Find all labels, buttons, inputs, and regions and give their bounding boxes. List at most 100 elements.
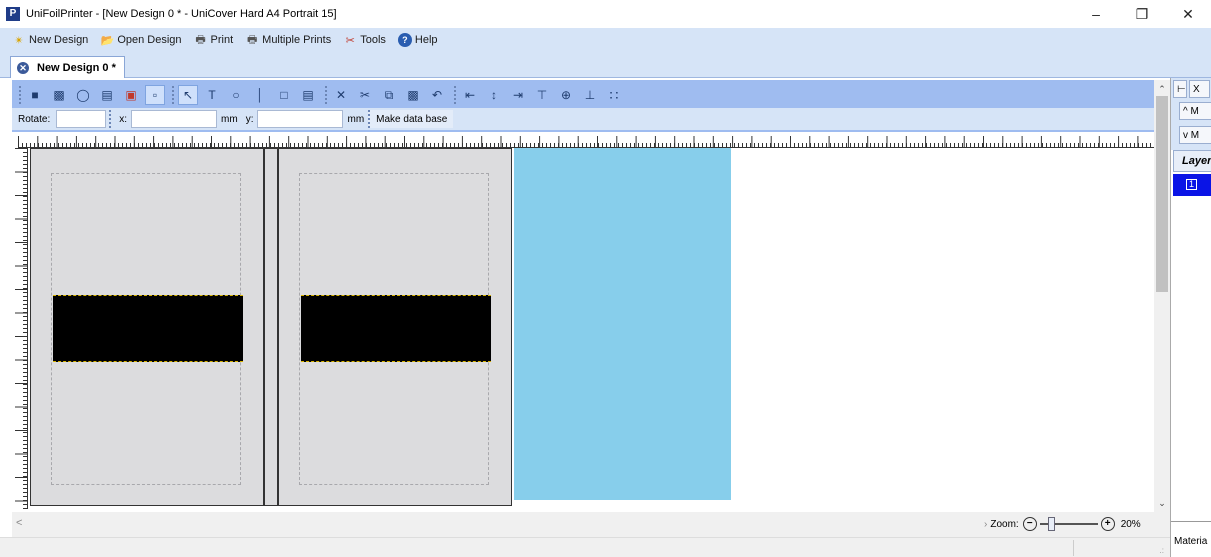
frame-tool-icon[interactable]: □ [274,85,294,105]
vertical-scrollbar[interactable]: ⌃ ⌄ [1154,80,1170,512]
restore-button[interactable]: ❐ [1119,0,1165,28]
circle-tool-icon[interactable]: ○ [226,85,246,105]
zoom-label: Zoom: [990,518,1019,530]
align-top-icon[interactable]: ⊤ [532,85,552,105]
undo-icon[interactable]: ↶ [427,85,447,105]
menu-tools[interactable]: ✂ Tools [343,33,386,47]
foil-print-area[interactable] [53,295,243,362]
save-as-icon[interactable]: ▩ [49,85,69,105]
background-icon[interactable]: ▣ [121,85,141,105]
layer-number: 1 [1186,179,1197,190]
x-label: x: [119,113,128,125]
new-design-icon: ✴ [14,34,24,47]
status-bar: .: [0,537,1170,557]
toolbar-grip[interactable] [172,86,175,104]
barcode-tool-icon[interactable]: ▤ [298,85,318,105]
y-unit-label: mm [347,113,365,125]
text-tool-icon[interactable]: T [202,85,222,105]
align-left-icon[interactable]: ⇤ [460,85,480,105]
panel-close-button[interactable]: X [1189,80,1210,98]
tools-icon: ✂ [345,34,355,47]
make-database-button[interactable]: Make data base [368,110,454,128]
y-input[interactable] [257,110,344,128]
menu-multiple-prints[interactable]: 🖶 Multiple Prints [245,33,331,47]
menu-open-design[interactable]: 📂 Open Design [100,33,181,47]
zoom-arrow-icon: › [984,518,988,530]
app-logo-icon: P [6,7,20,21]
foil-print-area[interactable] [301,295,491,362]
document-tab-strip: ✕ New Design 0 * [0,52,1211,78]
align-middle-icon[interactable]: ⊕ [556,85,576,105]
y-label: y: [245,113,254,125]
delete-icon[interactable]: ✕ [331,85,351,105]
align-bottom-icon[interactable]: ⊥ [580,85,600,105]
insert-image-icon[interactable]: ▤ [97,85,117,105]
shapes-icon[interactable]: ◯ [73,85,93,105]
grid-icon[interactable]: ∷ [604,85,624,105]
design-canvas[interactable] [28,148,1154,509]
print-icon: 🖶 [195,33,206,46]
scroll-up-icon[interactable]: ⌃ [1154,82,1170,96]
menu-label: Multiple Prints [262,34,332,46]
layers-panel-header: ⊢ X ^ M v M [1171,78,1211,150]
title-bar: P UniFoilPrinter - [New Design 0 * - Uni… [0,0,1211,28]
zoom-slider-thumb[interactable] [1047,517,1055,531]
ruler-ticks [18,132,1154,147]
zoom-in-button[interactable]: + [1100,517,1115,531]
copy-icon[interactable]: ⧉ [379,85,399,105]
move-layer-down-button[interactable]: v M [1179,126,1211,144]
scroll-left-icon[interactable]: < [16,517,22,529]
align-center-icon[interactable]: ↕ [484,85,504,105]
menu-label: Tools [360,34,386,46]
cover-back-page[interactable] [30,148,264,506]
align-right-icon[interactable]: ⇥ [508,85,528,105]
zoom-value: 20% [1120,518,1141,530]
window-title: UniFoilPrinter - [New Design 0 * - UniCo… [26,8,337,20]
close-tab-icon[interactable]: ✕ [17,61,29,74]
menu-label: New Design [29,34,89,46]
x-unit-label: mm [221,113,238,125]
ruler-ticks [12,148,27,509]
scroll-thumb[interactable] [1156,96,1168,292]
multiple-prints-icon: 🖶 [246,33,258,46]
spine-edge [264,149,265,505]
rotate-label: Rotate: [18,113,51,125]
toolbar-grip[interactable] [109,110,112,128]
menu-label: Help [414,34,438,46]
tab-label: New Design 0 * [37,61,116,74]
toolbar-grip[interactable] [325,86,328,104]
menu-print[interactable]: 🖶 Print [194,33,234,47]
layer-row-selected[interactable]: 1 [1173,174,1211,196]
menu-new-design[interactable]: ✴ New Design [12,33,88,47]
cover-front-page[interactable] [278,148,512,506]
status-divider [1073,540,1074,556]
toolbar-grip[interactable] [454,86,457,104]
scroll-down-icon[interactable]: ⌄ [1154,496,1170,510]
toolbar-grip[interactable] [19,86,22,104]
window-controls: – ❐ ✕ [1073,0,1211,28]
cover-spine[interactable] [264,148,278,506]
rotate-input[interactable] [56,110,107,128]
zoom-slider[interactable] [1039,517,1098,531]
vertical-ruler [12,148,28,509]
minimize-button[interactable]: – [1073,0,1119,28]
menu-help[interactable]: ? Help [397,33,438,47]
x-input[interactable] [131,110,218,128]
resize-grip-icon[interactable]: .: [1160,546,1164,555]
zoom-out-button[interactable]: − [1022,517,1037,531]
select-pointer-icon[interactable]: ↖ [178,85,198,105]
pin-icon[interactable]: ⊢ [1173,80,1187,98]
material-label: Materia [1171,521,1211,557]
tab-new-design-0[interactable]: ✕ New Design 0 * [10,56,125,78]
close-window-button[interactable]: ✕ [1165,0,1211,28]
move-layer-up-button[interactable]: ^ M [1179,102,1211,120]
layers-icon[interactable]: ▫ [145,85,165,105]
save-icon[interactable]: ■ [25,85,45,105]
help-icon: ? [397,33,412,47]
open-folder-icon: 📂 [100,34,115,47]
menu-bar: ✴ New Design 📂 Open Design 🖶 Print 🖶 Mul… [0,28,1211,52]
line-tool-icon[interactable]: │ [250,85,270,105]
cut-icon[interactable]: ✂ [355,85,375,105]
menu-label: Print [210,34,234,46]
paste-icon[interactable]: ▩ [403,85,423,105]
